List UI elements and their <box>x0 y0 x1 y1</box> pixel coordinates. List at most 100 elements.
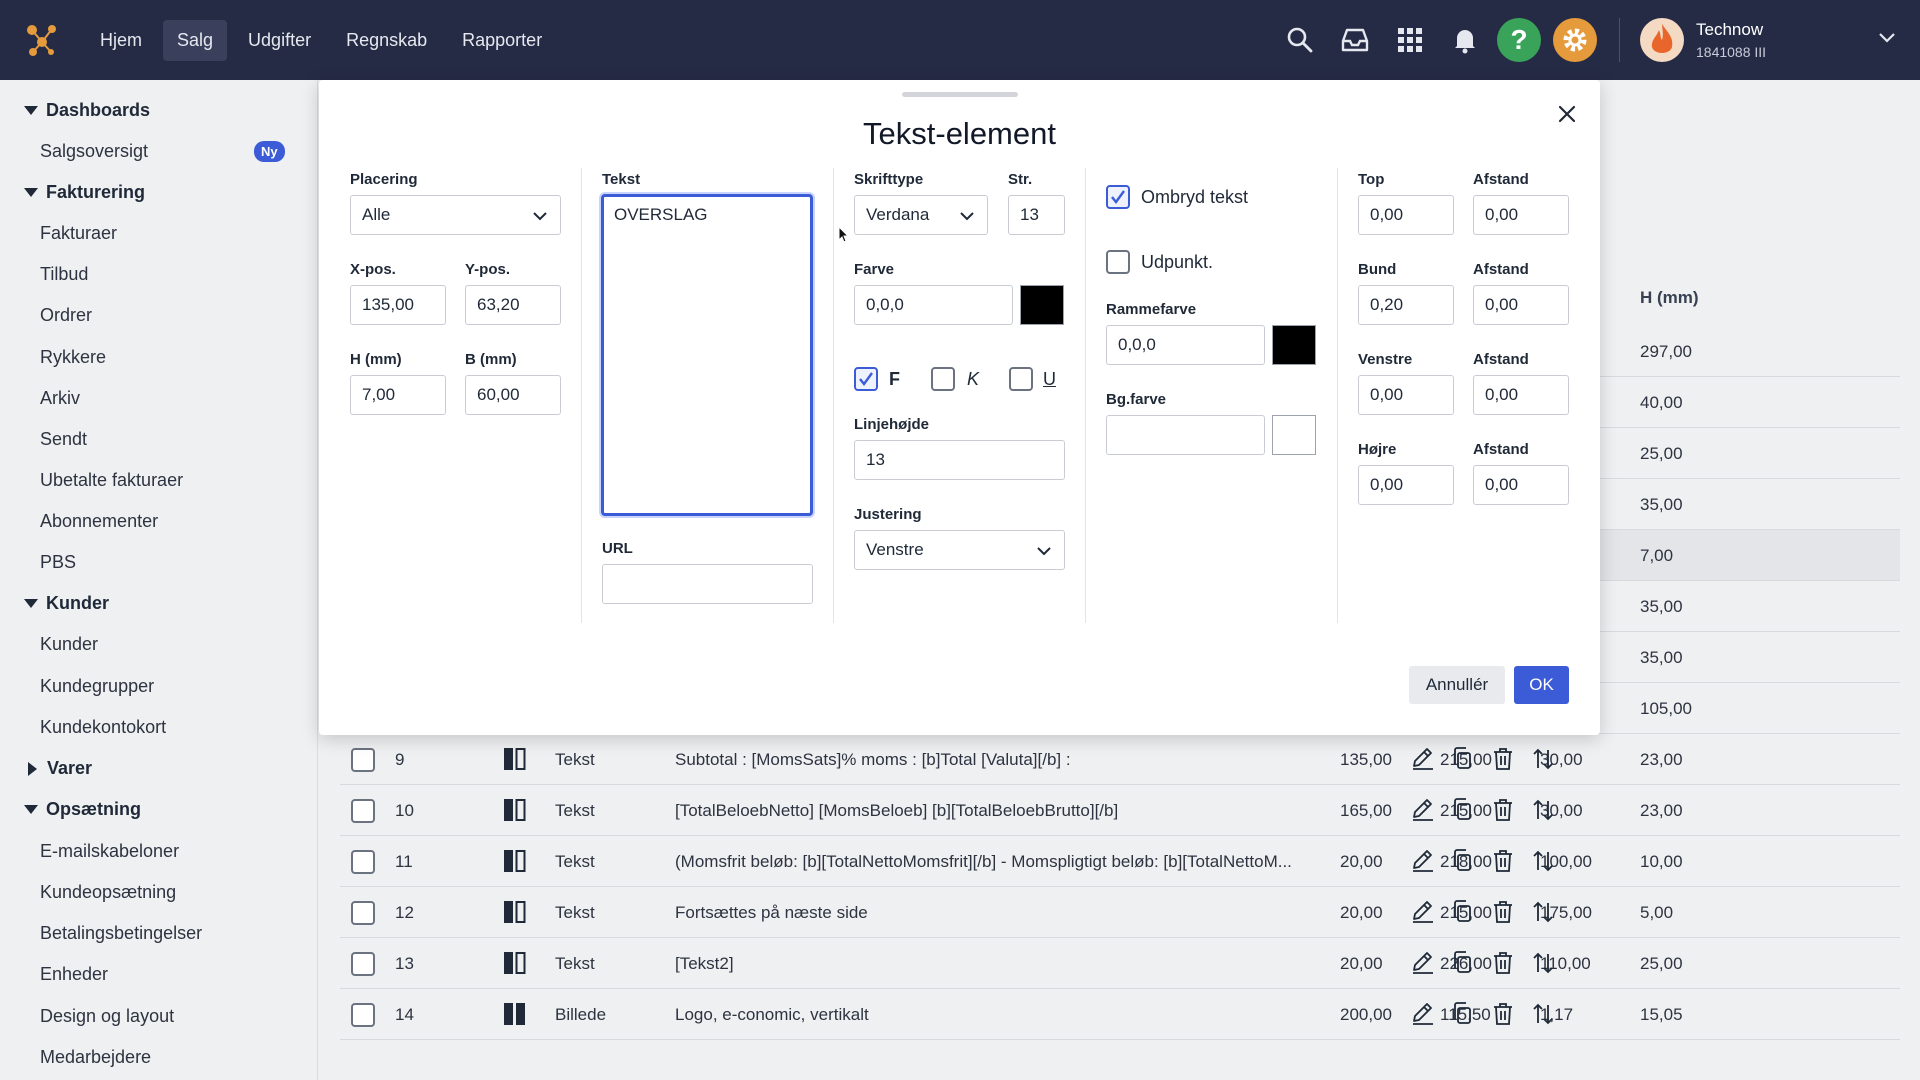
sidebar-item-ordrer[interactable]: Ordrer <box>40 305 92 326</box>
trash-icon[interactable] <box>1490 797 1516 823</box>
edit-pencil-icon[interactable] <box>1410 797 1436 823</box>
venstre-afstand-input[interactable]: 0,00 <box>1473 375 1569 415</box>
settings-gear-icon[interactable] <box>1553 18 1597 62</box>
edit-pencil-icon[interactable] <box>1410 899 1436 925</box>
trash-icon[interactable] <box>1490 848 1516 874</box>
trash-icon[interactable] <box>1490 950 1516 976</box>
xpos-input[interactable]: 135,00 <box>350 285 446 325</box>
table-row[interactable]: 11 Tekst (Momsfrit beløb: [b][TotalNettoMo… <box>340 836 1900 887</box>
sidebar-item-tilbud[interactable]: Tilbud <box>40 264 88 285</box>
skrifttype-select[interactable]: Verdana <box>854 195 988 235</box>
nav-udgifter[interactable]: Udgifter <box>234 20 325 61</box>
edit-pencil-icon[interactable] <box>1410 1001 1436 1027</box>
sidebar-item-enheder[interactable]: Enheder <box>40 964 108 985</box>
nav-rapporter[interactable]: Rapporter <box>448 20 556 61</box>
copy-icon[interactable] <box>1450 848 1476 874</box>
sidebar-item-emailskabeloner[interactable]: E-mailskabeloner <box>40 841 179 862</box>
sort-arrows-icon[interactable] <box>1530 950 1556 976</box>
sidebar-item-abonnementer[interactable]: Abonnementer <box>40 511 158 532</box>
row-checkbox[interactable] <box>351 901 375 925</box>
hojre-afstand-input[interactable]: 0,00 <box>1473 465 1569 505</box>
farve-color-swatch[interactable] <box>1020 285 1064 325</box>
sidebar-section-opsaetning[interactable]: Opsætning <box>24 799 141 820</box>
tekst-textarea[interactable]: OVERSLAG <box>601 194 813 516</box>
top-afstand-input[interactable]: 0,00 <box>1473 195 1569 235</box>
app-logo-icon[interactable] <box>24 22 60 58</box>
row-checkbox[interactable] <box>351 1003 375 1027</box>
sort-arrows-icon[interactable] <box>1530 746 1556 772</box>
url-input[interactable] <box>602 564 813 604</box>
sort-arrows-icon[interactable] <box>1530 797 1556 823</box>
sidebar-item-betalingsbetingelser[interactable]: Betalingsbetingelser <box>40 923 202 944</box>
user-avatar[interactable] <box>1640 18 1684 62</box>
help-icon[interactable]: ? <box>1497 18 1541 62</box>
row-checkbox[interactable] <box>351 748 375 772</box>
sort-arrows-icon[interactable] <box>1530 899 1556 925</box>
rammefarve-color-swatch[interactable] <box>1272 325 1316 365</box>
sidebar-item-salgsoversigt[interactable]: Salgsoversigt <box>40 141 148 162</box>
underline-checkbox[interactable] <box>1009 367 1033 391</box>
ypos-input[interactable]: 63,20 <box>465 285 561 325</box>
sidebar-item-fakturaer[interactable]: Fakturaer <box>40 223 117 244</box>
table-row[interactable]: 13 Tekst [Tekst2] 20,00 226,00 110,00 25,00 <box>340 938 1900 989</box>
close-icon[interactable] <box>1551 98 1583 130</box>
sidebar-item-design-og-layout[interactable]: Design og layout <box>40 1006 174 1027</box>
sidebar-item-pbs[interactable]: PBS <box>40 552 76 573</box>
linjehojde-input[interactable]: 13 <box>854 440 1065 480</box>
trash-icon[interactable] <box>1490 746 1516 772</box>
row-checkbox[interactable] <box>351 850 375 874</box>
sidebar-item-ubetalte-fakturaer[interactable]: Ubetalte fakturaer <box>40 470 183 491</box>
farve-input[interactable]: 0,0,0 <box>854 285 1013 325</box>
nav-hjem[interactable]: Hjem <box>86 20 156 61</box>
width-input[interactable]: 60,00 <box>465 375 561 415</box>
edit-pencil-icon[interactable] <box>1410 848 1436 874</box>
ombryd-tekst-checkbox[interactable] <box>1106 185 1130 209</box>
table-row[interactable]: 10 Tekst [TotalBeloebNetto] [MomsBeloeb] [… <box>340 785 1900 836</box>
hojre-input[interactable]: 0,00 <box>1358 465 1454 505</box>
inbox-icon[interactable] <box>1335 20 1375 60</box>
sidebar-section-fakturering[interactable]: Fakturering <box>24 182 145 203</box>
table-row[interactable]: 9 Tekst Subtotal : [MomsSats]% moms : [b]T… <box>340 734 1900 785</box>
edit-pencil-icon[interactable] <box>1410 950 1436 976</box>
copy-icon[interactable] <box>1450 950 1476 976</box>
sidebar-item-kunder[interactable]: Kunder <box>40 634 98 655</box>
user-info[interactable]: Technow 1841088 III <box>1696 20 1856 60</box>
sidebar-section-varer[interactable]: Varer <box>24 758 92 779</box>
bund-input[interactable]: 0,20 <box>1358 285 1454 325</box>
sort-arrows-icon[interactable] <box>1530 1001 1556 1027</box>
sidebar-item-kundekontokort[interactable]: Kundekontokort <box>40 717 166 738</box>
ok-button[interactable]: OK <box>1514 666 1569 704</box>
sidebar-item-sendt[interactable]: Sendt <box>40 429 87 450</box>
bund-afstand-input[interactable]: 0,00 <box>1473 285 1569 325</box>
sidebar-item-kundeopsaetning[interactable]: Kundeopsætning <box>40 882 176 903</box>
copy-icon[interactable] <box>1450 899 1476 925</box>
top-input[interactable]: 0,00 <box>1358 195 1454 235</box>
rammefarve-input[interactable]: 0,0,0 <box>1106 325 1265 365</box>
copy-icon[interactable] <box>1450 797 1476 823</box>
italic-checkbox[interactable] <box>931 367 955 391</box>
copy-icon[interactable] <box>1450 746 1476 772</box>
bold-checkbox[interactable] <box>854 367 878 391</box>
size-input[interactable]: 13 <box>1008 195 1065 235</box>
sidebar-item-rykkere[interactable]: Rykkere <box>40 347 106 368</box>
apps-grid-icon[interactable] <box>1390 20 1430 60</box>
height-input[interactable]: 7,00 <box>350 375 446 415</box>
udpunkt-checkbox[interactable] <box>1106 250 1130 274</box>
bell-icon[interactable] <box>1445 20 1485 60</box>
sidebar-item-kundegrupper[interactable]: Kundegrupper <box>40 676 154 697</box>
row-checkbox[interactable] <box>351 952 375 976</box>
search-icon[interactable] <box>1280 20 1320 60</box>
nav-regnskab[interactable]: Regnskab <box>332 20 441 61</box>
chevron-down-icon[interactable] <box>1878 31 1896 49</box>
copy-icon[interactable] <box>1450 1001 1476 1027</box>
sidebar-section-dashboards[interactable]: Dashboards <box>24 100 150 121</box>
nav-salg[interactable]: Salg <box>163 19 228 61</box>
sidebar-section-kunder[interactable]: Kunder <box>24 593 109 614</box>
placering-select[interactable]: Alle <box>350 195 561 235</box>
justering-select[interactable]: Venstre <box>854 530 1065 570</box>
bgfarve-color-swatch[interactable] <box>1272 415 1316 455</box>
cancel-button[interactable]: Annullér <box>1409 666 1505 704</box>
venstre-input[interactable]: 0,00 <box>1358 375 1454 415</box>
row-checkbox[interactable] <box>351 799 375 823</box>
trash-icon[interactable] <box>1490 1001 1516 1027</box>
